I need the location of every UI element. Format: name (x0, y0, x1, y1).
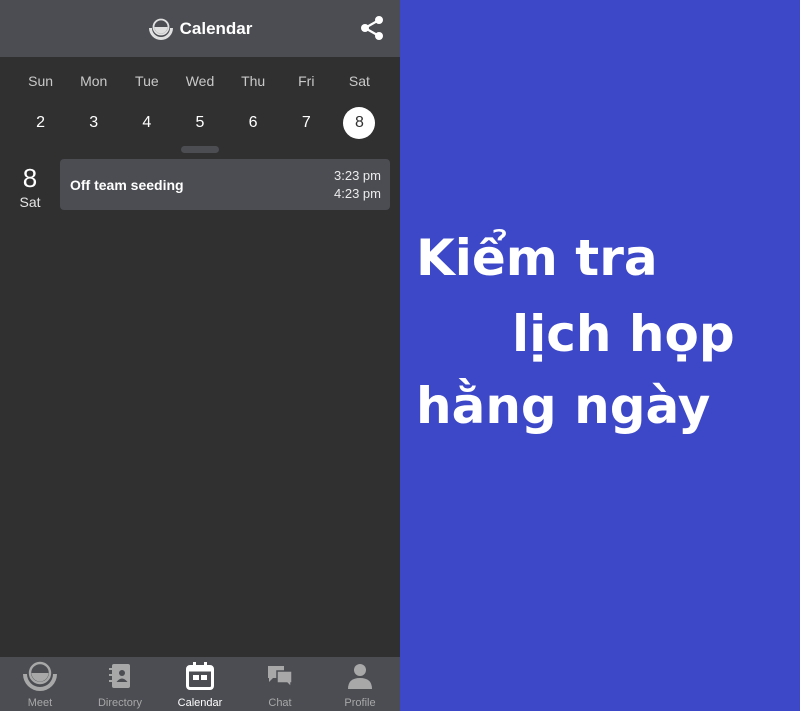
app-header: Calendar (0, 0, 400, 57)
agenda-day-label: 8 Sat (0, 159, 60, 210)
weekday-label: Thu (241, 73, 266, 89)
calendar-icon (186, 662, 214, 690)
chat-icon (268, 666, 293, 689)
date-number: 6 (248, 114, 258, 131)
weekday-label: Sat (348, 73, 370, 89)
date-number: 5 (195, 114, 205, 131)
date-cell-selected[interactable]: 8 (333, 107, 386, 139)
nav-label: Profile (344, 697, 376, 709)
page-title: Calendar (179, 18, 253, 38)
date-cell[interactable]: 7 (280, 107, 333, 139)
date-number: 3 (89, 114, 99, 131)
agenda-day-number: 8 (22, 163, 38, 193)
nav-label: Meet (27, 697, 53, 709)
event-start-time: 3:23 pm (334, 167, 381, 183)
promo-line-3: hằng ngày (416, 377, 711, 435)
nav-label: Chat (268, 697, 292, 709)
nav-item-chat[interactable]: Chat (240, 657, 320, 711)
week-date-row: 2 3 4 5 6 7 8 (0, 107, 400, 139)
promo-banner: Kiểm tra lịch họp hằng ngày (400, 0, 800, 711)
meet-logo-icon (148, 18, 173, 40)
weekday-label: Fri (298, 73, 315, 89)
event-times: 3:23 pm 4:23 pm (334, 167, 381, 203)
weekday-label: Tue (135, 73, 159, 89)
date-cell[interactable]: 6 (227, 107, 280, 139)
phone-screen: Calendar Sun Mon Tue Wed Thu Fri Sat 2 3… (0, 0, 400, 711)
nav-item-profile[interactable]: Profile (320, 657, 400, 711)
date-number: 2 (36, 114, 46, 131)
nav-item-meet[interactable]: Meet (0, 657, 80, 711)
nav-label: Directory (97, 697, 142, 709)
event-title: Off team seeding (70, 176, 184, 193)
event-card[interactable]: Off team seeding 3:23 pm 4:23 pm (60, 159, 390, 210)
nav-item-directory[interactable]: Directory (80, 657, 160, 711)
profile-icon (348, 664, 372, 689)
directory-icon (109, 664, 130, 688)
event-end-time: 4:23 pm (334, 185, 381, 201)
share-icon[interactable] (360, 15, 384, 41)
bottom-navigation: Meet Directory Calendar Chat Profile (0, 657, 400, 711)
date-cell[interactable]: 4 (120, 107, 173, 139)
date-cell[interactable]: 2 (14, 107, 67, 139)
weekday-label: Sun (28, 73, 54, 89)
agenda-day-row: 8 Sat Off team seeding 3:23 pm 4:23 pm (0, 159, 400, 210)
date-number: 7 (301, 114, 311, 131)
date-cell[interactable]: 5 (173, 107, 226, 139)
promo-line-1: Kiểm tra (416, 229, 658, 287)
weekday-header-row: Sun Mon Tue Wed Thu Fri Sat (0, 73, 400, 89)
date-number: 8 (343, 107, 376, 139)
week-expand-handle[interactable] (181, 146, 219, 153)
app-title-group: Calendar (148, 18, 253, 40)
promo-line-2: lịch họp (512, 305, 735, 363)
weekday-label: Wed (185, 73, 215, 89)
date-number: 4 (142, 114, 152, 131)
agenda-day-name: Sat (19, 194, 41, 210)
meet-icon (23, 661, 57, 691)
date-cell[interactable]: 3 (67, 107, 120, 139)
nav-label: Calendar (177, 697, 223, 709)
weekday-label: Mon (80, 73, 108, 89)
nav-item-calendar[interactable]: Calendar (160, 657, 240, 711)
